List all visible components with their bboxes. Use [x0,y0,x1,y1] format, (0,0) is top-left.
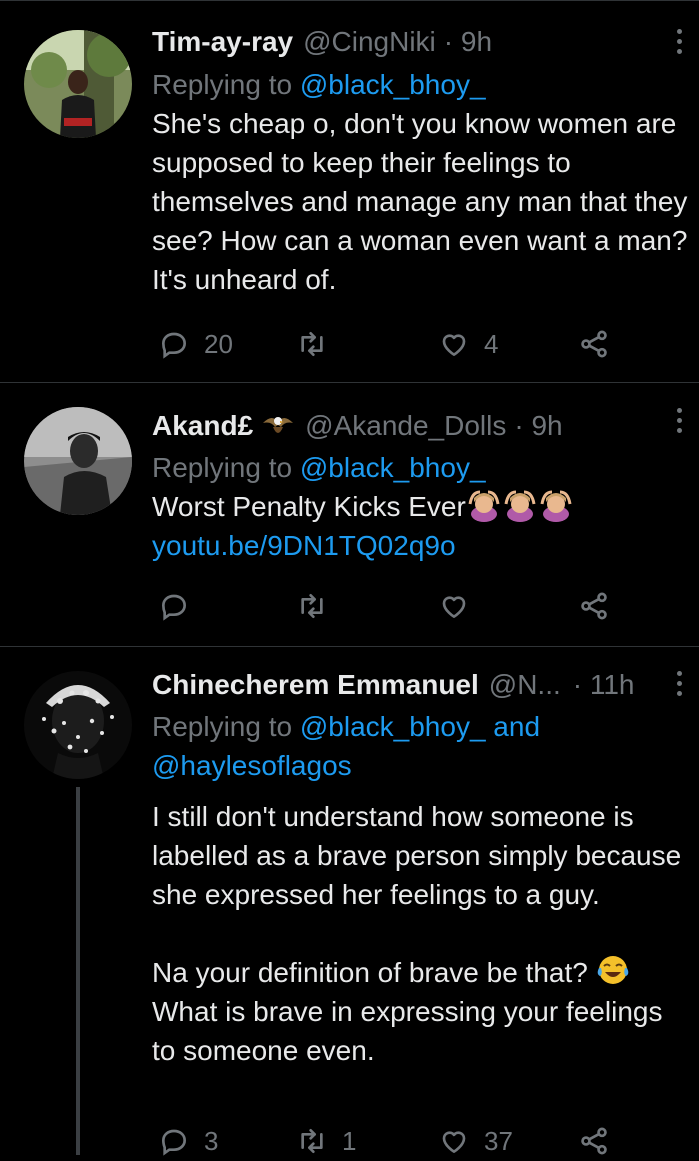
replying-to: Replying to @black_bhoy_ [152,69,486,100]
share-icon [581,330,607,358]
action-bar: 20 4 [152,324,622,364]
heart-icon [442,596,466,618]
more-options-icon[interactable] [672,408,686,442]
external-link[interactable]: youtu.be/9DN1TQ02q9o [152,526,692,565]
retweet-button[interactable]: 1 [296,1121,356,1161]
retweet-icon [301,1129,323,1153]
replying-to: Replying to @black_bhoy_ and [152,711,541,742]
tweet-header: Tim-ay-ray @CingNiki · 9h [152,24,492,60]
mention-link[interactable]: @black_bhoy_ [300,711,486,742]
woman-gesturing-ok-emoji [540,490,572,522]
user-handle[interactable]: @Akande_Dolls [305,408,506,444]
user-handle[interactable]: @N... [489,667,561,703]
tweet-body-paragraph-2: Na your definition of brave be that? [152,953,692,992]
more-options-icon[interactable] [672,671,686,705]
heart-icon [442,334,466,356]
timestamp[interactable]: · 9h [514,408,562,444]
action-bar [152,586,622,626]
reply-button[interactable] [158,586,204,626]
like-button[interactable] [438,586,484,626]
tweet-header: Chinecherem Emmanuel @N... · 11h [152,667,635,703]
retweet-button[interactable] [296,324,342,364]
more-options-icon[interactable] [672,29,686,63]
reply-icon [161,332,187,359]
timestamp[interactable]: · 9h [444,24,492,60]
reply-button[interactable]: 20 [158,324,233,364]
tweet-divider [0,646,699,647]
share-icon [581,1127,607,1155]
tweet-text: Replying to @black_bhoy_ Worst Penalty K… [152,448,692,565]
like-button[interactable]: 37 [438,1121,513,1161]
tweet-body: Worst Penalty Kicks Ever [152,487,692,526]
retweet-button[interactable] [296,586,342,626]
display-name[interactable]: Akand£ [152,408,253,444]
tweet-divider [0,382,699,383]
face-with-tears-of-joy-emoji [597,956,629,984]
thread-line [76,787,80,1155]
tweet-text: Replying to @black_bhoy_ She's cheap o, … [152,65,692,299]
share-button[interactable] [578,324,610,364]
display-name[interactable]: Tim-ay-ray [152,24,293,60]
mention-link[interactable]: @black_bhoy_ [300,69,486,100]
retweet-count: 1 [342,1125,357,1156]
retweet-icon [301,332,323,356]
share-button[interactable] [578,1121,610,1161]
avatar[interactable] [24,671,132,779]
mention-link[interactable]: @haylesoflagos [152,746,692,785]
heart-icon [442,1131,466,1153]
share-icon [581,592,607,620]
display-name[interactable]: Chinecherem Emmanuel [152,667,479,703]
avatar[interactable] [24,30,132,138]
timestamp[interactable]: · 11h [573,667,635,703]
reply-icon [161,1129,187,1156]
top-divider [0,0,699,1]
like-count: 4 [484,328,499,359]
eagle-emoji [263,417,294,433]
and-connector: and [485,711,541,742]
like-button[interactable]: 4 [438,324,498,364]
replying-to: Replying to @black_bhoy_ [152,452,486,483]
tweet-body: She's cheap o, don't you know women are … [152,108,688,295]
action-bar: 3 1 37 [152,1121,622,1161]
share-button[interactable] [578,586,610,626]
tweet-header: Akand£ @Akande_Dolls · 9h [152,408,563,444]
tweet-body-paragraph-1: I still don't understand how someone is … [152,801,682,910]
reply-icon [161,594,187,621]
avatar[interactable] [24,407,132,515]
woman-gesturing-ok-emoji [468,490,500,522]
tweet-body-text: Worst Penalty Kicks Ever [152,491,466,522]
tweet-text: Replying to @black_bhoy_ and @haylesofla… [152,707,692,1070]
like-count: 37 [484,1125,513,1156]
reply-count: 20 [204,328,233,359]
tweet-body-paragraph-2-rest: What is brave in expressing your feeling… [152,996,663,1066]
woman-gesturing-ok-emoji [504,490,536,522]
user-handle[interactable]: @CingNiki [303,24,436,60]
reply-count: 3 [204,1125,219,1156]
retweet-icon [301,594,323,618]
mention-link[interactable]: @black_bhoy_ [300,452,486,483]
reply-button[interactable]: 3 [158,1121,218,1161]
